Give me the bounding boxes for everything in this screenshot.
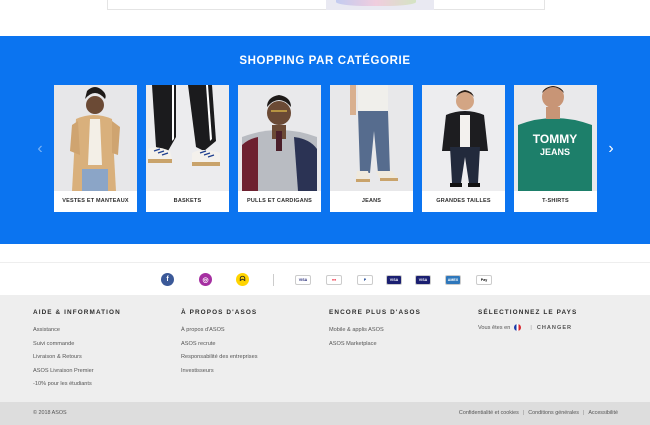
- mastercard-icon: ●●: [326, 275, 342, 285]
- category-card-sneakers[interactable]: BASKETS: [146, 85, 229, 212]
- product-thumbnail-partial[interactable]: [326, 0, 434, 10]
- country-text: Vous êtes en: [478, 324, 511, 331]
- footer-heading: SÉLECTIONNEZ LE PAYS: [478, 309, 578, 316]
- privacy-cookies-link[interactable]: Confidentialité et cookies: [459, 410, 519, 416]
- category-label: T-SHIRTS: [542, 198, 569, 204]
- facebook-icon[interactable]: f: [161, 273, 174, 286]
- tshirt-print-line2: JEANS: [540, 147, 570, 157]
- change-country-link[interactable]: CHANGER: [537, 325, 572, 331]
- legal-links: Confidentialité et cookies | Conditions gé…: [459, 410, 618, 416]
- copyright-text: © 2018 ASOS: [33, 410, 67, 416]
- france-flag-icon: [514, 324, 522, 331]
- category-photo-coats: [54, 85, 137, 191]
- category-photo-jeans: [330, 85, 413, 191]
- category-label: JEANS: [361, 198, 382, 204]
- category-label: VESTES ET MANTEAUX: [62, 198, 129, 204]
- category-photo-tshirts: TOMMY JEANS: [514, 85, 597, 191]
- carousel-prev-arrow-icon[interactable]: ‹: [33, 140, 47, 158]
- visa-electron-icon: VISA: [386, 275, 402, 285]
- footer-link-corporate-responsibility[interactable]: Responsabilité des entreprises: [181, 351, 258, 365]
- category-card-sweaters[interactable]: PULLS ET CARDIGANS: [238, 85, 321, 212]
- category-label: BASKETS: [173, 198, 202, 204]
- footer-link-about-asos[interactable]: À propos d'ASOS: [181, 324, 258, 338]
- legal-separator: |: [582, 410, 585, 416]
- footer-link-marketplace[interactable]: ASOS Marketplace: [329, 338, 421, 352]
- country-selector-row: Vous êtes en | CHANGER: [478, 324, 577, 331]
- category-label: GRANDES TAILLES: [436, 198, 491, 204]
- top-strip: [0, 0, 650, 36]
- section-divider: [0, 262, 650, 263]
- footer-heading: ENCORE PLUS D'ASOS: [329, 309, 421, 316]
- category-photo-plus-size: [422, 85, 505, 191]
- category-photo-sneakers: [146, 85, 229, 191]
- terms-link[interactable]: Conditions générales: [528, 410, 579, 416]
- footer-column-help: AIDE & INFORMATION Assistance Suivi comm…: [33, 309, 121, 392]
- apple-pay-icon: Pay: [476, 275, 492, 285]
- category-label: PULLS ET CARDIGANS: [246, 198, 313, 204]
- category-card-tshirts[interactable]: TOMMY JEANS T-SHIRTS: [514, 85, 597, 212]
- accessibility-link[interactable]: Accessibilité: [588, 410, 618, 416]
- footer-column-about: À PROPOS D'ASOS À propos d'ASOS ASOS rec…: [181, 309, 258, 378]
- footer-link-student-discount[interactable]: -10% pour les étudiants: [33, 378, 121, 392]
- category-card-plus-size[interactable]: GRANDES TAILLES: [422, 85, 505, 212]
- instagram-icon[interactable]: ◎: [199, 273, 212, 286]
- tshirt-print-line1: TOMMY: [533, 132, 577, 146]
- footer-column-more: ENCORE PLUS D'ASOS Mobile & applis ASOS …: [329, 309, 421, 351]
- visa-blue-icon: VISA: [415, 275, 431, 285]
- footer-link-premier-delivery[interactable]: ASOS Livraison Premier: [33, 365, 121, 379]
- footer-link-assistance[interactable]: Assistance: [33, 324, 121, 338]
- footer-link-investors[interactable]: Investisseurs: [181, 365, 258, 379]
- category-photo-sweaters: [238, 85, 321, 191]
- paypal-icon: P: [357, 275, 373, 285]
- category-card-coats[interactable]: VESTES ET MANTEAUX: [54, 85, 137, 212]
- carousel-next-arrow-icon[interactable]: ›: [604, 140, 618, 158]
- footer-link-careers[interactable]: ASOS recrute: [181, 338, 258, 352]
- snapchat-icon[interactable]: ᗣ: [236, 273, 249, 286]
- footer-heading: AIDE & INFORMATION: [33, 309, 121, 316]
- footer-link-delivery-returns[interactable]: Livraison & Retours: [33, 351, 121, 365]
- category-card-jeans[interactable]: JEANS: [330, 85, 413, 212]
- visa-icon: VISA: [295, 275, 311, 285]
- category-section-title: SHOPPING PAR CATÉGORIE: [239, 55, 411, 67]
- footer-column-country: SÉLECTIONNEZ LE PAYS Vous êtes en | CHAN…: [478, 309, 577, 331]
- amex-icon: AMEX: [445, 275, 461, 285]
- footer-heading: À PROPOS D'ASOS: [181, 309, 258, 316]
- footer-link-mobile-apps[interactable]: Mobile & applis ASOS: [329, 324, 421, 338]
- country-separator: |: [530, 324, 532, 331]
- social-payment-separator: [273, 274, 274, 286]
- footer-link-order-tracking[interactable]: Suivi commande: [33, 338, 121, 352]
- legal-separator: |: [522, 410, 525, 416]
